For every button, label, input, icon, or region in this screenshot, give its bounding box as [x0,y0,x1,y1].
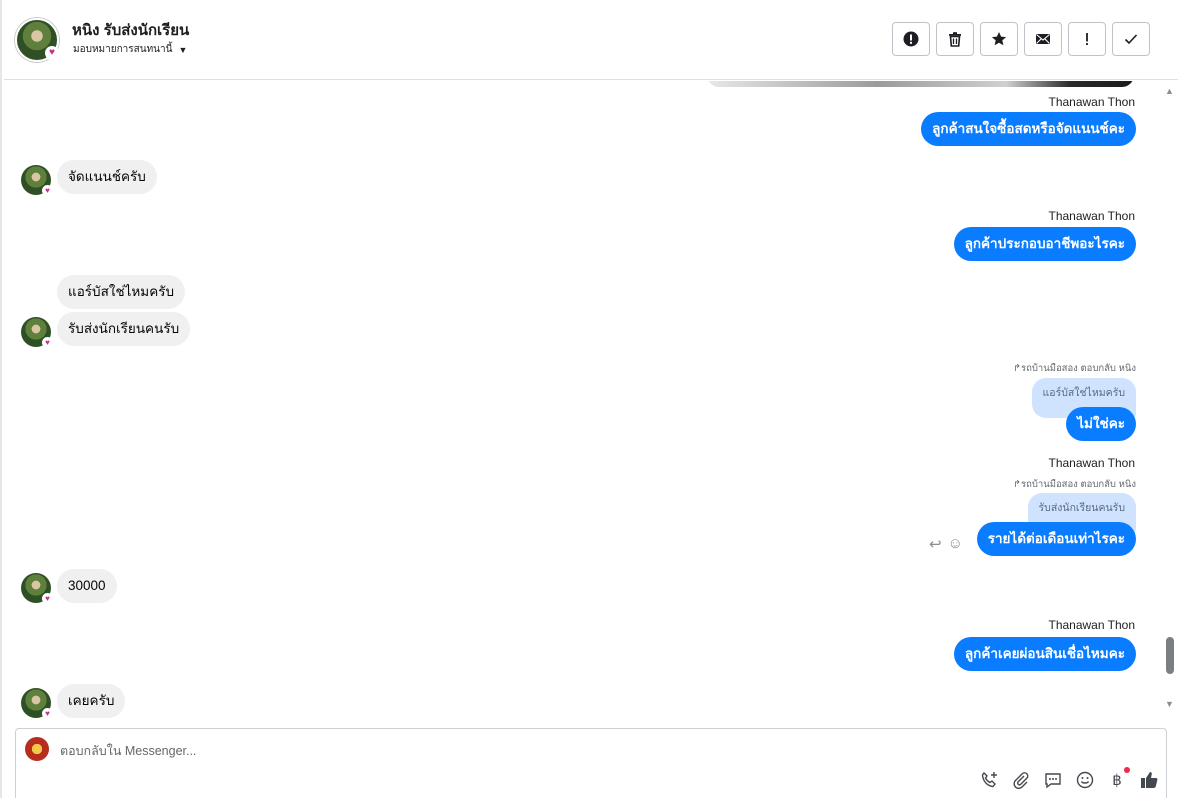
contact-avatar-small[interactable]: ♥ [21,688,53,719]
incoming-message[interactable]: 30000 [57,569,117,603]
outgoing-message[interactable]: รายได้ต่อเดือนเท่าไรคะ [976,522,1136,556]
sender-name: Thanawan Thon [1048,618,1135,632]
star-button[interactable] [980,22,1018,56]
outgoing-message[interactable]: ไม่ใช่คะ [1066,407,1136,441]
saved-reply-icon[interactable] [1044,771,1062,789]
emoji-icon[interactable] [1076,771,1094,789]
incoming-message[interactable]: เคยครับ [57,684,126,718]
outgoing-message[interactable]: ลูกค้าประกอบอาชีพอะไรคะ [953,227,1136,261]
react-emoji-icon[interactable]: ☺ [948,535,963,553]
message-hover-actions: ↩ ☺ [929,535,963,553]
caret-down-icon: ▼ [178,44,188,55]
outgoing-message[interactable]: ลูกค้าสนใจซื้อสดหรือจัดแนนช์คะ [921,112,1136,146]
sender-name: Thanawan Thon [1048,209,1135,223]
mark-done-button[interactable] [1112,22,1150,56]
shared-image-bottom[interactable] [707,81,1134,87]
envelope-icon [1036,34,1050,44]
reply-icon[interactable]: ↩ [929,535,942,553]
message-thread: Thanawan Thon ลูกค้าสนใจซื้อสดหรือจัดแนน… [4,81,1164,727]
contact-avatar[interactable]: ♥ [15,18,59,62]
assign-conversation-dropdown[interactable]: มอบหมายการสนทนานี้ ▼ [73,42,187,57]
follow-up-button[interactable] [1068,22,1106,56]
composer-actions: ฿ [980,767,1158,789]
baht-payment-icon[interactable]: ฿ [1108,767,1130,789]
conversation-toolbar [892,22,1150,56]
contact-name[interactable]: หนิง รับส่งนักเรียน [72,18,189,42]
contact-avatar-small[interactable]: ♥ [21,165,53,196]
messenger-badge-icon: ♥ [42,337,53,348]
scrollbar-thumb[interactable] [1166,637,1174,674]
inbox-conversation-panel: ♥ หนิง รับส่งนักเรียน มอบหมายการสนทนานี้… [0,0,1183,798]
mark-unread-button[interactable] [1024,22,1062,56]
page-avatar [25,737,49,761]
message-composer: ฿ [15,728,1167,798]
scroll-down-arrow-icon[interactable]: ▼ [1165,699,1174,709]
messenger-badge-icon: ♥ [42,708,53,719]
sender-name: Thanawan Thon [1048,456,1135,470]
sender-name: Thanawan Thon [1048,95,1135,109]
reply-input[interactable] [60,739,960,763]
attachment-icon[interactable] [1012,771,1030,789]
trash-icon [949,32,961,47]
messenger-badge-icon: ♥ [42,593,53,604]
star-icon [991,32,1007,46]
reply-indicator-text: รถบ้านมือสอง ตอบกลับ หนิง [1020,363,1136,374]
reply-indicator: ↱รถบ้านมือสอง ตอบกลับ หนิง [1013,361,1136,376]
scroll-up-arrow-icon[interactable]: ▲ [1165,86,1174,96]
conversation-header: ♥ หนิง รับส่งนักเรียน มอบหมายการสนทนานี้… [4,0,1178,80]
thumbs-up-icon[interactable] [1140,771,1158,789]
delete-button[interactable] [936,22,974,56]
mark-spam-button[interactable] [892,22,930,56]
incoming-message[interactable]: จัดแนนช์ครับ [57,160,157,194]
incoming-message[interactable]: แอร์บัสใช่ไหมครับ [57,275,186,309]
outgoing-message[interactable]: ลูกค้าเคยผ่อนสินเชื่อไหมคะ [953,637,1136,671]
reply-arrow-icon: ↱ [1013,363,1021,374]
exclamation-icon [1086,33,1088,45]
reply-indicator: ↱รถบ้านมือสอง ตอบกลับ หนิง [1013,477,1136,492]
contact-avatar-small[interactable]: ♥ [21,573,53,604]
check-icon [1124,34,1138,45]
reply-indicator-text: รถบ้านมือสอง ตอบกลับ หนิง [1020,479,1136,490]
assign-label: มอบหมายการสนทนานี้ [73,44,173,55]
messenger-badge-icon: ♥ [42,185,53,196]
notification-dot [1124,767,1130,773]
call-add-icon[interactable] [980,771,998,789]
alert-circle-icon [903,31,919,47]
incoming-message[interactable]: รับส่งนักเรียนคนรับ [57,312,191,346]
contact-avatar-small[interactable]: ♥ [21,317,53,348]
reply-arrow-icon: ↱ [1013,479,1021,490]
messenger-badge-icon: ♥ [45,46,59,60]
